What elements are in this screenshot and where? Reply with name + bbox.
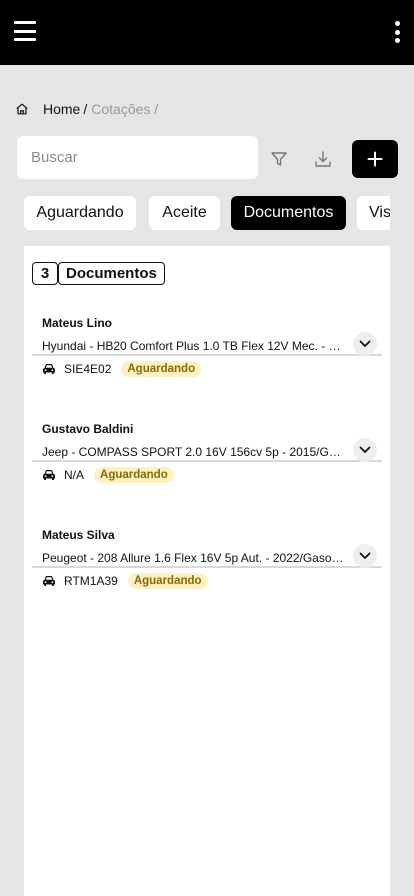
- item-meta: RTM1A39 Aguardando: [42, 571, 208, 591]
- customer-name: Mateus Silva: [42, 528, 115, 542]
- chevron-down-icon: [359, 446, 371, 453]
- vehicle-description: Hyundai - HB20 Comfort Plus 1.0 TB Flex …: [42, 339, 344, 353]
- customer-name: Gustavo Baldini: [42, 422, 134, 436]
- home-icon: [16, 103, 28, 115]
- vehicle-description: Peugeot - 208 Allure 1.6 Flex 16V 5p Aut…: [42, 551, 344, 565]
- breadcrumb: Home / Cotações /: [15, 99, 158, 119]
- chevron-down-icon: [359, 340, 371, 347]
- breadcrumb-separator: /: [83, 101, 88, 117]
- breadcrumb-current: Cotações /: [91, 101, 159, 117]
- kebab-menu-icon[interactable]: [393, 21, 401, 43]
- plus-icon: [367, 151, 383, 167]
- hamburger-menu-icon[interactable]: [14, 21, 36, 41]
- customer-name: Mateus Lino: [42, 316, 113, 330]
- expand-button[interactable]: [353, 438, 377, 462]
- expand-button[interactable]: [353, 332, 377, 356]
- filter-icon: [271, 152, 287, 166]
- status-tabs: Aguardando Aceite Documentos Vis: [24, 196, 390, 230]
- tab-documentos[interactable]: Documentos: [231, 196, 346, 230]
- search-input[interactable]: [17, 136, 258, 179]
- list-item[interactable]: Gustavo Baldini Jeep - COMPASS SPORT 2.0 …: [32, 356, 382, 483]
- list-item[interactable]: Mateus Silva Peugeot - 208 Allure 1.6 Fle…: [32, 462, 382, 589]
- list-item[interactable]: Mateus Lino Hyundai - HB20 Comfort Plus 1…: [32, 250, 382, 377]
- download-icon: [315, 151, 331, 167]
- expand-button[interactable]: [353, 544, 377, 568]
- license-plate: RTM1A39: [64, 574, 118, 588]
- breadcrumb-home-link[interactable]: Home: [43, 101, 80, 117]
- status-badge: Aguardando: [127, 573, 208, 589]
- car-icon: [43, 576, 55, 586]
- filter-button[interactable]: [265, 145, 293, 173]
- chevron-down-icon: [359, 552, 371, 559]
- tab-vis[interactable]: Vis: [357, 196, 390, 230]
- tab-aceite[interactable]: Aceite: [149, 196, 220, 230]
- tab-aguardando[interactable]: Aguardando: [24, 196, 136, 230]
- add-button[interactable]: [352, 140, 398, 178]
- top-app-bar: [0, 0, 414, 65]
- download-button[interactable]: [309, 145, 337, 173]
- vehicle-description: Jeep - COMPASS SPORT 2.0 16V 156cv 5p - …: [42, 445, 344, 459]
